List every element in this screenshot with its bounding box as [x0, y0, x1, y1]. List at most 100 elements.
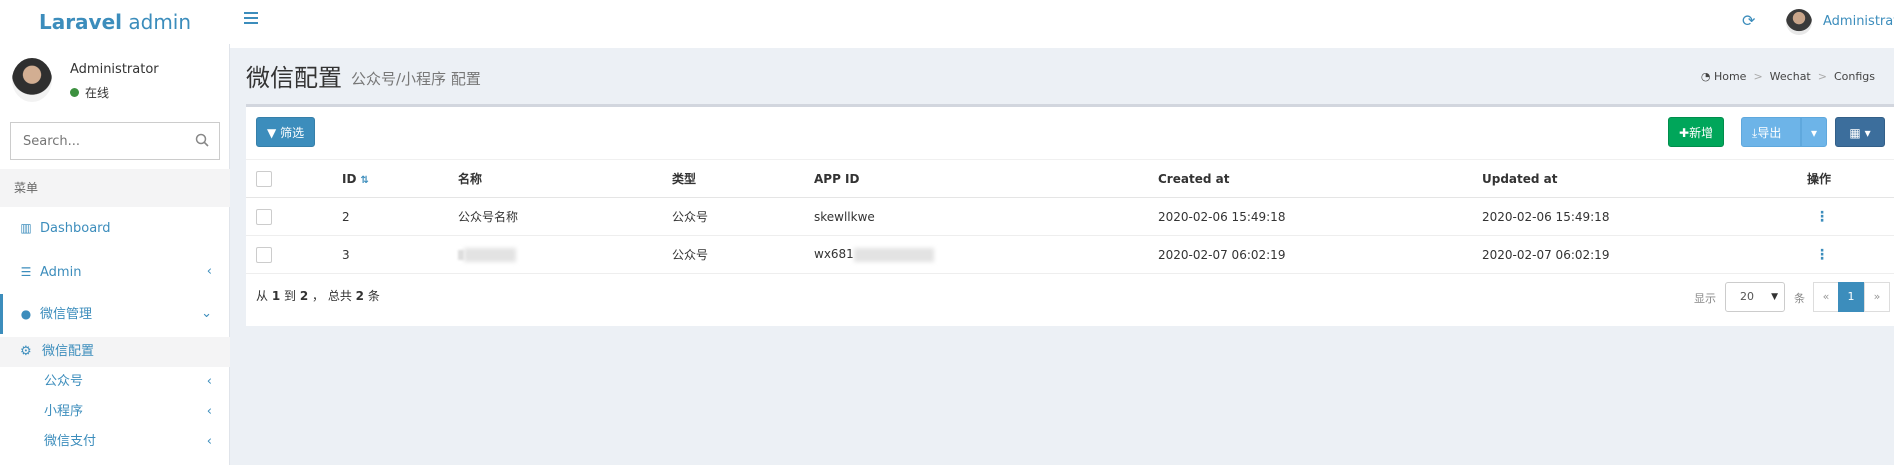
column-header-created-at: Created at	[1158, 159, 1482, 198]
next-page-button[interactable]: »	[1864, 282, 1890, 312]
sidebar-search	[10, 122, 220, 160]
sidebar-toggle-icon[interactable]	[244, 12, 258, 26]
row-select-cell	[246, 197, 342, 236]
breadcrumb-separator: >	[1753, 70, 1763, 83]
column-header-label: 类型	[672, 172, 697, 186]
menu-header: 菜单	[0, 169, 230, 207]
row-checkbox[interactable]	[256, 208, 272, 225]
summary-total: 2	[355, 289, 364, 303]
logo-rest: admin	[122, 10, 192, 34]
wechat-icon: ●	[20, 307, 32, 321]
cell-created-at: 2020-02-07 06:02:19	[1158, 235, 1482, 274]
data-table: ID ⇅ 名称 类型 APP ID Created at Updated at 操…	[246, 159, 1894, 274]
column-header-label: 操作	[1807, 172, 1832, 186]
row-select-cell	[246, 235, 342, 274]
gear-icon: ⚙	[20, 344, 32, 359]
select-all-checkbox[interactable]	[256, 170, 272, 187]
redacted-name	[464, 247, 516, 262]
page-subtitle: 公众号/小程序 配置	[351, 70, 481, 88]
sidebar-subitem-official-account[interactable]: 公众号 ‹	[0, 367, 230, 397]
column-header-label: APP ID	[814, 171, 860, 186]
sidebar-subitem-wechat-pay[interactable]: 微信支付 ‹	[0, 427, 230, 457]
sidebar-item-dashboard[interactable]: ▥ Dashboard	[0, 208, 230, 248]
status-dot-icon	[70, 88, 79, 97]
summary-from: 1	[271, 289, 281, 303]
table-row: 3 公众号 wx681 2020-02-07 06:02:19 2020-02-…	[246, 235, 1894, 274]
column-header-name: 名称	[458, 159, 672, 198]
column-header-label: 名称	[458, 172, 483, 186]
cell-id: 3	[342, 235, 458, 274]
sidebar-item-wechat[interactable]: ● 微信管理 ⌄	[0, 294, 230, 334]
avatar[interactable]	[1786, 9, 1812, 35]
per-page-value: 20	[1740, 290, 1754, 303]
breadcrumb: ◔ Home > Wechat > Configs	[1701, 70, 1875, 83]
page-button-1[interactable]: 1	[1838, 282, 1864, 312]
grid-box: ▼ 筛选 ✚新增 ⤓导出 ▾ ▦ ▾ ID ⇅ 名称 类型 APP ID Crea…	[246, 104, 1894, 326]
sidebar-avatar	[12, 58, 52, 102]
filter-icon: ▼	[267, 126, 277, 140]
user-menu[interactable]: Administrator	[1823, 14, 1894, 29]
refresh-icon[interactable]: ⟳	[1742, 11, 1755, 30]
app-logo[interactable]: Laravel admin	[0, 0, 230, 44]
summary-text: 到	[280, 289, 300, 303]
column-header-label: Created at	[1158, 171, 1230, 186]
chevron-down-icon: ⌄	[201, 306, 212, 321]
cell-type: 公众号	[672, 197, 814, 236]
summary-text: 从	[256, 289, 272, 303]
sidebar-item-label: Dashboard	[40, 221, 111, 236]
sidebar-subitem-mini-program[interactable]: 小程序 ‹	[0, 397, 230, 427]
logo-bold: Laravel	[38, 10, 123, 34]
cell-actions: ⋮	[1807, 197, 1894, 236]
online-status: 在线	[70, 84, 109, 101]
row-checkbox[interactable]	[256, 246, 272, 263]
export-dropdown-button[interactable]: ▾	[1801, 117, 1827, 147]
chevron-left-icon: ‹	[206, 434, 212, 449]
cell-type: 公众号	[672, 235, 814, 274]
caret-down-icon: ▾	[1810, 126, 1818, 140]
export-label: 导出	[1757, 126, 1782, 140]
search-input[interactable]	[11, 123, 181, 159]
filter-button[interactable]: ▼ 筛选	[256, 117, 316, 147]
status-label: 在线	[85, 86, 110, 100]
caret-down-icon: ▾	[1864, 126, 1871, 140]
search-icon[interactable]	[195, 133, 209, 147]
sidebar-subitem-wechat-config[interactable]: ⚙ 微信配置	[0, 337, 230, 367]
new-label: 新增	[1689, 126, 1714, 140]
breadcrumb-separator: >	[1817, 70, 1827, 83]
column-selector-button[interactable]: ▦ ▾	[1835, 117, 1885, 147]
new-button[interactable]: ✚新增	[1668, 117, 1725, 147]
sidebar: Administrator 在线 菜单 ▥Dashboard ☰Admin ‹ …	[0, 44, 230, 465]
per-page-unit: 条	[1794, 292, 1805, 305]
cell-updated-at: 2020-02-06 15:49:18	[1482, 197, 1807, 236]
per-page-label: 显示	[1694, 292, 1716, 305]
sidebar-subitem-label: 微信支付	[44, 434, 97, 449]
cell-id: 2	[342, 197, 458, 236]
table-header-row: ID ⇅ 名称 类型 APP ID Created at Updated at 操…	[246, 159, 1894, 198]
per-page-select[interactable]: 20 ▼	[1725, 282, 1785, 312]
column-header-actions: 操作	[1807, 159, 1894, 198]
summary-text: ， 总共	[308, 289, 356, 303]
row-actions-icon[interactable]: ⋮	[1807, 209, 1829, 225]
breadcrumb-home[interactable]: Home	[1714, 70, 1746, 83]
column-header-updated-at: Updated at	[1482, 159, 1807, 198]
cell-name	[458, 235, 672, 274]
sidebar-subitem-label: 公众号	[44, 374, 84, 389]
summary-text: 条	[364, 289, 380, 303]
sort-icon[interactable]: ⇅	[360, 175, 368, 186]
tasks-icon: ☰	[20, 265, 32, 279]
dashboard-icon: ◔	[1700, 70, 1711, 83]
bar-chart-icon: ▥	[20, 221, 32, 235]
column-header-label: ID	[342, 171, 357, 186]
summary-to: 2	[299, 289, 309, 303]
cell-app-id: skewllkwe	[814, 197, 1158, 236]
prev-page-button[interactable]: «	[1813, 282, 1839, 312]
sidebar-user-name: Administrator	[70, 62, 159, 77]
row-actions-icon[interactable]: ⋮	[1807, 247, 1829, 263]
sidebar-item-admin[interactable]: ☰ Admin ‹	[0, 252, 230, 292]
sidebar-subitem-label: 小程序	[44, 404, 84, 419]
column-header-label: Updated at	[1482, 171, 1558, 186]
export-button[interactable]: ⤓导出	[1741, 117, 1801, 147]
column-header-app-id: APP ID	[814, 159, 1158, 198]
column-header-id[interactable]: ID ⇅	[342, 159, 458, 198]
breadcrumb-wechat[interactable]: Wechat	[1770, 70, 1811, 83]
